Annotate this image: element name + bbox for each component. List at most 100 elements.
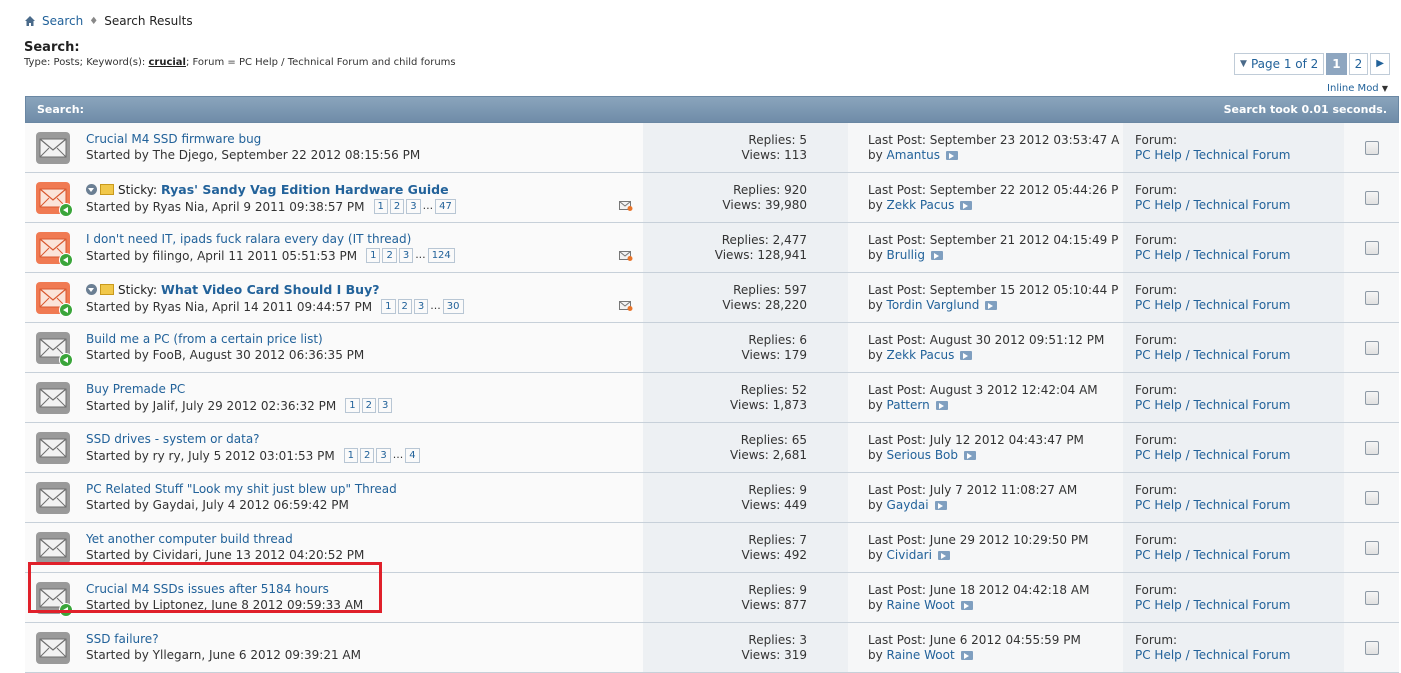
- go-to-last-post-icon[interactable]: [960, 351, 973, 360]
- thread-page-link[interactable]: 2: [382, 248, 397, 263]
- forum-link[interactable]: PC Help / Technical Forum: [1135, 248, 1344, 263]
- dropdown-arrow-icon[interactable]: [86, 184, 97, 195]
- forum-link[interactable]: PC Help / Technical Forum: [1135, 398, 1344, 413]
- thread-title-link[interactable]: Buy Premade PC: [86, 382, 185, 396]
- go-to-last-post-icon[interactable]: [935, 401, 948, 410]
- inline-mod-menu[interactable]: Inline Mod ▼: [1327, 83, 1388, 94]
- page-link-2[interactable]: 2: [1348, 53, 1369, 75]
- select-checkbox[interactable]: [1364, 590, 1379, 605]
- forum-link[interactable]: PC Help / Technical Forum: [1135, 498, 1344, 513]
- forum-link[interactable]: PC Help / Technical Forum: [1135, 548, 1344, 563]
- select-checkbox[interactable]: [1364, 490, 1379, 505]
- select-checkbox[interactable]: [1364, 240, 1379, 255]
- go-to-first-unread-icon[interactable]: [59, 252, 73, 267]
- envelope-icon[interactable]: [35, 331, 73, 367]
- search-keyword[interactable]: crucial: [148, 57, 186, 68]
- go-to-last-post-icon[interactable]: [945, 151, 958, 160]
- envelope-icon[interactable]: [35, 581, 73, 617]
- envelope-icon[interactable]: [35, 381, 71, 415]
- go-to-last-post-icon[interactable]: [960, 651, 973, 660]
- thread-page-link[interactable]: 4: [405, 448, 420, 463]
- forum-link[interactable]: PC Help / Technical Forum: [1135, 198, 1344, 213]
- breadcrumb-search-link[interactable]: Search: [42, 14, 83, 28]
- select-checkbox[interactable]: [1364, 540, 1379, 555]
- thread-title-link[interactable]: Yet another computer build thread: [86, 532, 293, 546]
- go-to-last-post-icon[interactable]: [960, 601, 973, 610]
- select-checkbox[interactable]: [1364, 340, 1379, 355]
- last-post-author[interactable]: Brullig: [887, 248, 925, 262]
- thread-page-link[interactable]: 1: [373, 199, 388, 214]
- dropdown-arrow-icon[interactable]: [86, 284, 97, 295]
- thread-page-link[interactable]: 1: [366, 248, 381, 263]
- thread-page-link[interactable]: 124: [427, 248, 455, 263]
- thread-page-link[interactable]: 2: [389, 199, 405, 214]
- envelope-icon[interactable]: [35, 281, 73, 317]
- go-to-first-unread-icon[interactable]: [59, 602, 73, 617]
- select-checkbox[interactable]: [1364, 290, 1379, 305]
- last-post-author[interactable]: Serious Bob: [887, 448, 958, 462]
- last-post-author[interactable]: Raine Woot: [887, 648, 955, 662]
- select-checkbox[interactable]: [1364, 140, 1379, 155]
- page-of-dropdown[interactable]: ▼ Page 1 of 2: [1234, 53, 1325, 75]
- go-to-last-post-icon[interactable]: [960, 201, 973, 210]
- thread-page-link[interactable]: 3: [377, 398, 393, 413]
- go-to-last-post-icon[interactable]: [934, 501, 947, 510]
- last-post-author[interactable]: Zekk Pacus: [887, 198, 955, 212]
- envelope-icon[interactable]: [35, 631, 71, 665]
- thread-page-link[interactable]: 1: [345, 398, 360, 413]
- forum-link[interactable]: PC Help / Technical Forum: [1135, 298, 1344, 313]
- thread-title-link[interactable]: Ryas' Sandy Vag Edition Hardware Guide: [161, 182, 449, 197]
- go-to-last-post-icon[interactable]: [937, 551, 950, 560]
- select-checkbox[interactable]: [1364, 390, 1379, 405]
- thread-page-link[interactable]: 47: [435, 199, 456, 214]
- thread-page-link[interactable]: 3: [413, 299, 429, 314]
- thread-page-link[interactable]: 1: [343, 448, 359, 463]
- last-post-author[interactable]: Pattern: [887, 398, 930, 412]
- last-post-author[interactable]: Cividari: [887, 548, 932, 562]
- home-icon[interactable]: [24, 15, 36, 27]
- forum-link[interactable]: PC Help / Technical Forum: [1135, 648, 1344, 663]
- select-checkbox[interactable]: [1364, 640, 1379, 655]
- envelope-icon[interactable]: [35, 481, 71, 515]
- envelope-icon[interactable]: [35, 231, 73, 267]
- thread-page-link[interactable]: 3: [406, 199, 421, 214]
- thread-page-link[interactable]: 2: [360, 448, 375, 463]
- thread-page-link[interactable]: 1: [381, 299, 396, 314]
- last-post-author[interactable]: Raine Woot: [887, 598, 955, 612]
- thread-title-link[interactable]: Build me a PC (from a certain price list…: [86, 332, 323, 346]
- thread-title-link[interactable]: SSD failure?: [86, 632, 159, 646]
- page-link-1[interactable]: 1: [1326, 53, 1347, 75]
- forum-link[interactable]: PC Help / Technical Forum: [1135, 148, 1344, 163]
- select-checkbox[interactable]: [1364, 190, 1379, 205]
- thread-title-link[interactable]: What Video Card Should I Buy?: [161, 282, 379, 297]
- thread-page-link[interactable]: 2: [361, 398, 376, 413]
- go-to-first-unread-icon[interactable]: [59, 202, 73, 217]
- thread-page-link[interactable]: 3: [376, 448, 391, 463]
- forum-link[interactable]: PC Help / Technical Forum: [1135, 348, 1344, 363]
- thread-title-link[interactable]: SSD drives - system or data?: [86, 432, 260, 446]
- go-to-first-unread-icon[interactable]: [59, 302, 73, 317]
- envelope-icon[interactable]: [35, 431, 71, 465]
- thread-title-link[interactable]: I don't need IT, ipads fuck ralara every…: [86, 232, 411, 246]
- go-to-first-unread-icon[interactable]: [59, 352, 73, 367]
- forum-link[interactable]: PC Help / Technical Forum: [1135, 448, 1344, 463]
- thread-title-link[interactable]: PC Related Stuff "Look my shit just blew…: [86, 482, 397, 496]
- thread-page-link[interactable]: 3: [398, 248, 414, 263]
- thread-title-link[interactable]: Crucial M4 SSDs issues after 5184 hours: [86, 582, 329, 596]
- last-post-author[interactable]: Tordin Varglund: [887, 298, 980, 312]
- last-post-author[interactable]: Gaydai: [887, 498, 929, 512]
- go-to-last-post-icon[interactable]: [985, 301, 998, 310]
- last-post-author[interactable]: Zekk Pacus: [887, 348, 955, 362]
- envelope-icon[interactable]: [35, 131, 71, 165]
- envelope-icon[interactable]: [35, 181, 73, 217]
- thread-title-link[interactable]: Crucial M4 SSD firmware bug: [86, 132, 261, 146]
- envelope-icon[interactable]: [35, 531, 71, 565]
- last-post-author[interactable]: Amantus: [887, 148, 940, 162]
- next-page-button[interactable]: ▶: [1370, 53, 1390, 75]
- thread-page-link[interactable]: 2: [397, 299, 412, 314]
- select-checkbox[interactable]: [1364, 440, 1379, 455]
- go-to-last-post-icon[interactable]: [964, 451, 977, 460]
- forum-link[interactable]: PC Help / Technical Forum: [1135, 598, 1344, 613]
- go-to-last-post-icon[interactable]: [930, 251, 943, 260]
- thread-page-link[interactable]: 30: [442, 299, 464, 314]
